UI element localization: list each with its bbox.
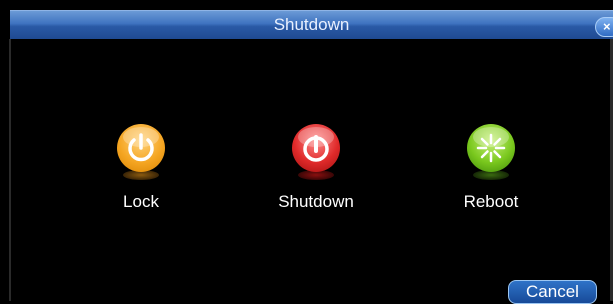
lock-power-glyph bbox=[128, 133, 154, 162]
shutdown-power-icon bbox=[292, 124, 340, 188]
dialog-left-border bbox=[9, 39, 11, 301]
close-icon: × bbox=[603, 19, 611, 34]
shutdown-button[interactable]: Shutdown bbox=[256, 124, 376, 224]
cancel-button[interactable]: Cancel bbox=[508, 280, 597, 304]
reboot-burst-glyph bbox=[476, 133, 506, 163]
shutdown-dialog: Shutdown × Lock Shutdown Reboot Cancel bbox=[0, 0, 613, 304]
dialog-title: Shutdown bbox=[273, 15, 350, 34]
reboot-label: Reboot bbox=[463, 192, 519, 211]
reboot-burst-icon bbox=[467, 124, 515, 188]
title-bar: Shutdown × bbox=[10, 10, 613, 39]
shutdown-power-glyph bbox=[303, 135, 329, 162]
lock-power-icon bbox=[117, 124, 165, 188]
close-button[interactable]: × bbox=[595, 17, 613, 37]
shutdown-label: Shutdown bbox=[278, 192, 354, 211]
lock-button[interactable]: Lock bbox=[81, 124, 201, 224]
lock-label: Lock bbox=[123, 192, 159, 211]
reboot-button[interactable]: Reboot bbox=[431, 124, 551, 224]
